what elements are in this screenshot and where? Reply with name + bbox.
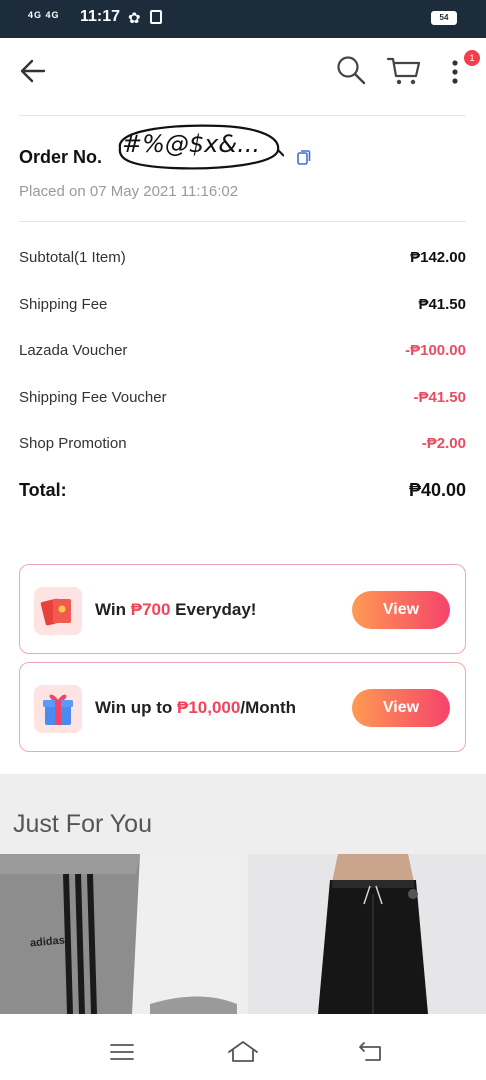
clock: 11:17 — [80, 8, 121, 25]
row-label: Shipping Fee Voucher — [19, 389, 167, 406]
battery-icon: 54 — [431, 11, 457, 25]
home-icon[interactable] — [227, 1039, 259, 1063]
cart-icon[interactable] — [386, 55, 422, 87]
row-value: -₱41.50 — [413, 389, 466, 406]
back-arrow-icon[interactable] — [18, 56, 48, 86]
placed-on-date: Placed on 07 May 2021 11:16:02 — [19, 183, 239, 200]
red-envelope-icon — [34, 587, 82, 635]
status-bar: 4G 4G 11:17 ✿ 54 — [0, 0, 486, 38]
promo-card-daily[interactable]: Win ₱700 Everyday! View — [19, 564, 466, 654]
shipping-fee-voucher-row: Shipping Fee Voucher -₱41.50 — [19, 389, 466, 413]
grey-pants-image — [0, 854, 237, 1014]
screenshot-icon — [150, 10, 162, 24]
row-label: Shipping Fee — [19, 296, 108, 313]
total-label: Total: — [19, 480, 67, 500]
promo-amount: ₱700 — [130, 600, 171, 619]
search-icon[interactable] — [336, 55, 366, 85]
shop-promotion-row: Shop Promotion -₱2.00 — [19, 435, 466, 459]
notification-badge: 1 — [464, 50, 480, 66]
lazada-voucher-row: Lazada Voucher -₱100.00 — [19, 342, 466, 366]
promo-prefix: Win — [95, 600, 131, 619]
view-button[interactable]: View — [352, 591, 450, 629]
product-card[interactable]: adidas — [0, 854, 237, 1014]
copy-icon[interactable] — [296, 149, 312, 165]
promo-prefix: Win up to — [95, 698, 177, 717]
row-label: Subtotal(1 Item) — [19, 249, 126, 266]
product-card[interactable] — [248, 854, 486, 1014]
row-value: ₱41.50 — [418, 296, 466, 313]
just-for-you-title: Just For You — [13, 810, 152, 838]
promo-text: Win ₱700 Everyday! — [95, 600, 256, 620]
total-row: Total: ₱40.00 — [19, 480, 466, 504]
row-value: ₱142.00 — [410, 249, 466, 266]
promo-suffix: /Month — [240, 698, 297, 717]
black-pants-image — [248, 854, 486, 1014]
menu-icon[interactable] — [110, 1042, 134, 1062]
back-icon[interactable] — [358, 1041, 384, 1063]
system-navigation-bar — [0, 1014, 486, 1080]
row-value: -₱2.00 — [421, 435, 466, 452]
order-number-label: Order No. — [19, 147, 103, 167]
shipping-fee-row: Shipping Fee ₱41.50 — [19, 296, 466, 320]
redacted-order-number: #%@$x&... — [122, 130, 260, 158]
view-button[interactable]: View — [352, 689, 450, 727]
top-header: 1 — [0, 38, 486, 104]
just-for-you-section: Just For You adidas — [0, 774, 486, 1014]
subtotal-row: Subtotal(1 Item) ₱142.00 — [19, 249, 466, 273]
signal-label: 4G 4G — [28, 10, 60, 20]
divider — [19, 221, 466, 222]
row-value: -₱100.00 — [405, 342, 466, 359]
total-value: ₱40.00 — [408, 480, 466, 500]
gear-icon: ✿ — [128, 10, 141, 27]
gift-box-icon — [34, 685, 82, 733]
promo-suffix: Everyday! — [170, 600, 257, 619]
promo-amount: ₱10,000 — [177, 698, 241, 717]
promo-card-monthly[interactable]: Win up to ₱10,000/Month View — [19, 662, 466, 752]
row-label: Shop Promotion — [19, 435, 127, 452]
divider — [19, 115, 466, 116]
promo-text: Win up to ₱10,000/Month — [95, 698, 296, 718]
row-label: Lazada Voucher — [19, 342, 128, 359]
more-options-icon[interactable] — [448, 58, 462, 86]
